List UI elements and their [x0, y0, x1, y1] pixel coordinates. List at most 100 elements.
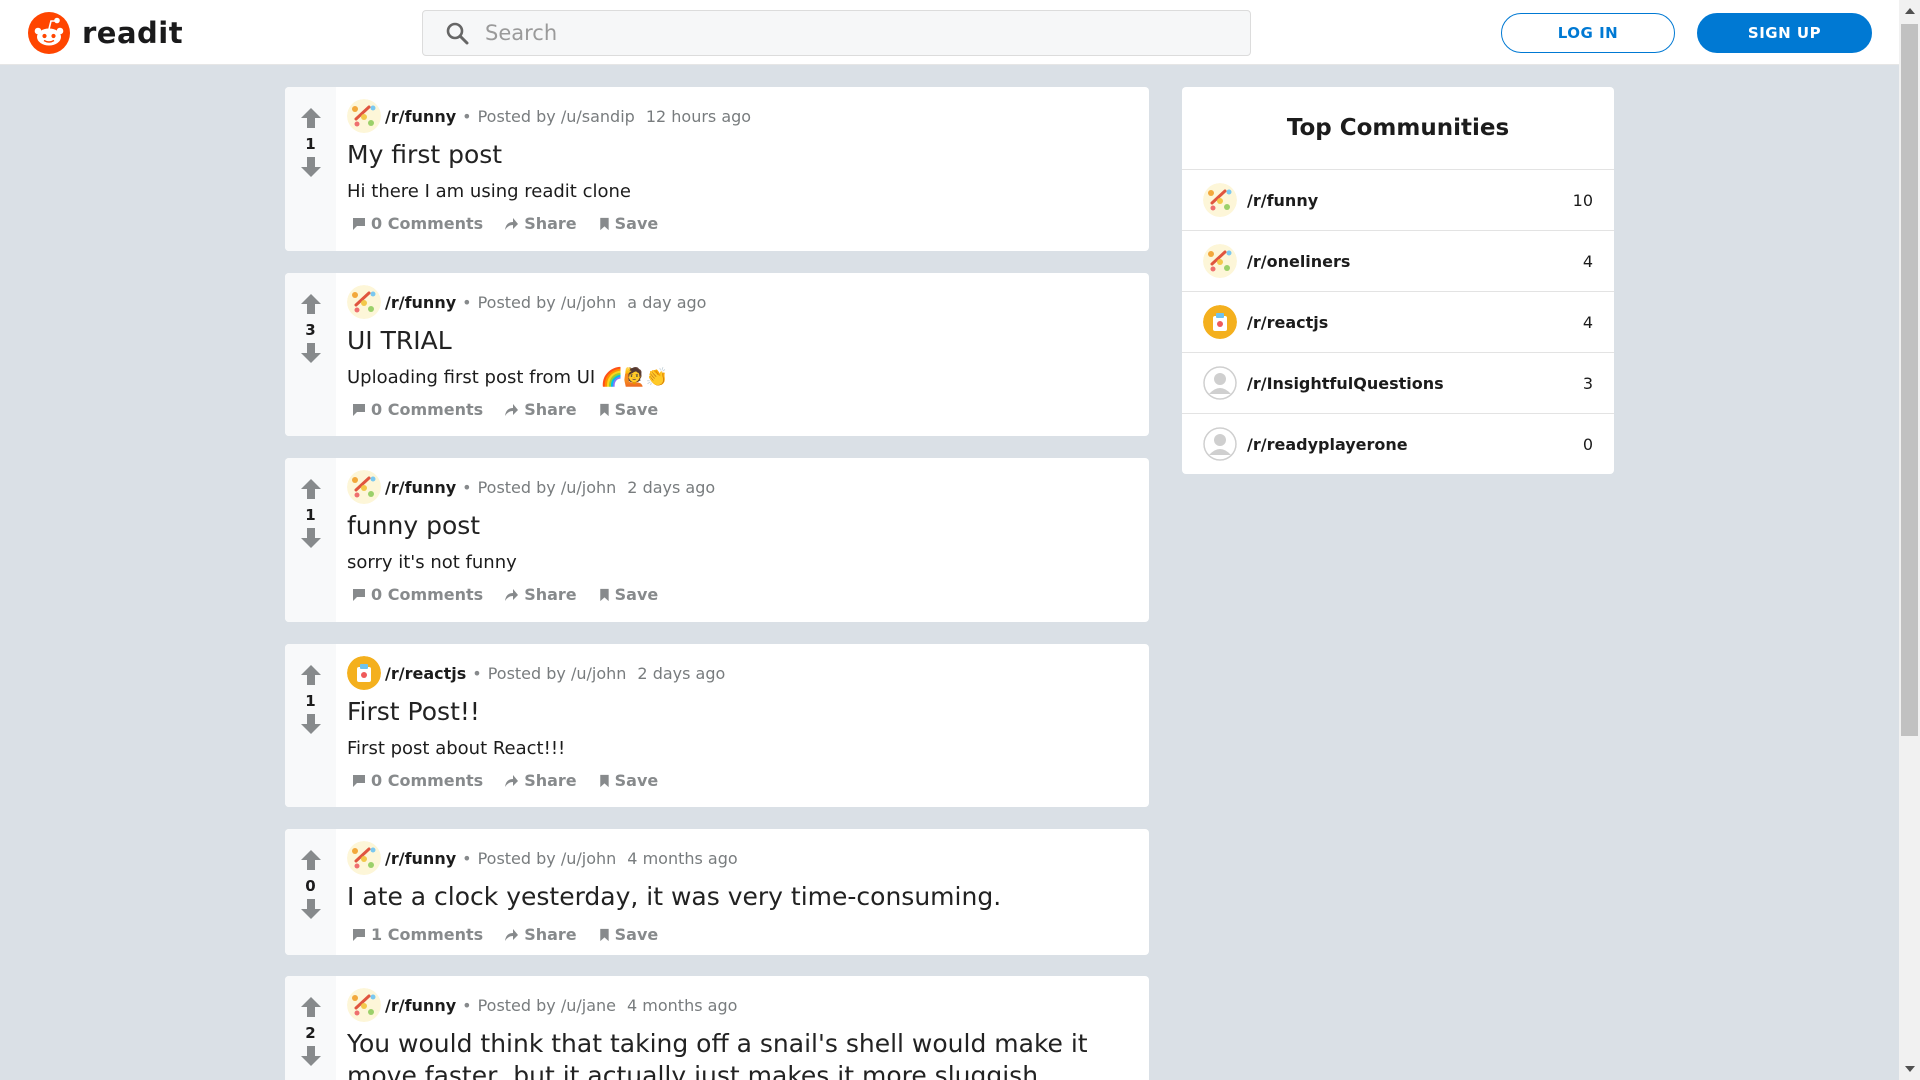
community-name[interactable]: /r/InsightfulQuestions	[1247, 374, 1583, 393]
comments-label: 0 Comments	[371, 400, 484, 419]
save-button[interactable]: Save	[598, 585, 658, 604]
upvote-arrow-icon[interactable]	[300, 293, 322, 315]
comments-label: 0 Comments	[371, 214, 484, 233]
post-title[interactable]: funny post	[347, 510, 1139, 542]
post-meta: /r/funny • Posted by /u/john a day ago	[347, 285, 1139, 319]
post-card[interactable]: 2 /r/funny • Posted by /u/jane 4 months …	[285, 976, 1149, 1080]
downvote-arrow-icon[interactable]	[300, 713, 322, 735]
subreddit-link[interactable]: /r/funny	[385, 996, 456, 1015]
top-navbar: readit LOG IN SIGN UP	[0, 0, 1899, 65]
signup-button[interactable]: SIGN UP	[1697, 13, 1872, 53]
share-label: Share	[524, 400, 577, 419]
posted-by[interactable]: Posted by /u/john	[478, 849, 617, 868]
downvote-arrow-icon[interactable]	[300, 156, 322, 178]
subreddit-link[interactable]: /r/reactjs	[385, 664, 466, 683]
post-meta: /r/funny • Posted by /u/jane 4 months ag…	[347, 988, 1139, 1022]
post-meta: /r/funny • Posted by /u/john 2 days ago	[347, 470, 1139, 504]
comment-icon	[353, 217, 365, 230]
downvote-arrow-icon[interactable]	[300, 527, 322, 549]
post-card[interactable]: 0 /r/funny • Posted by /u/john 4 months …	[285, 829, 1149, 955]
upvote-arrow-icon[interactable]	[300, 664, 322, 686]
vote-score: 1	[305, 135, 316, 153]
comments-button[interactable]: 0 Comments	[352, 585, 483, 604]
post-time: 12 hours ago	[645, 106, 752, 126]
comments-button[interactable]: 0 Comments	[352, 214, 483, 233]
community-item[interactable]: /r/reactjs 4	[1182, 292, 1614, 353]
scroll-down-arrow-icon[interactable]	[1905, 1066, 1915, 1072]
subreddit-link[interactable]: /r/funny	[385, 293, 456, 312]
subreddit-link[interactable]: /r/funny	[385, 849, 456, 868]
post-card[interactable]: 1 /r/reactjs • Posted by /u/john 2 days …	[285, 644, 1149, 807]
post-title[interactable]: You would think that taking off a snail'…	[347, 1028, 1139, 1080]
post-title[interactable]: My first post	[347, 139, 1139, 171]
save-button[interactable]: Save	[598, 925, 658, 944]
post-time: a day ago	[627, 292, 707, 312]
community-name[interactable]: /r/reactjs	[1247, 313, 1583, 332]
community-name[interactable]: /r/oneliners	[1247, 252, 1583, 271]
comments-label: 0 Comments	[371, 771, 484, 790]
community-count: 0	[1582, 434, 1593, 454]
posted-by[interactable]: Posted by /u/john	[478, 478, 617, 497]
post-time: 4 months ago	[627, 995, 738, 1015]
downvote-arrow-icon[interactable]	[300, 898, 322, 920]
scroll-up-arrow-icon[interactable]	[1905, 8, 1915, 14]
post-title[interactable]: UI TRIAL	[347, 325, 1139, 357]
community-item[interactable]: /r/funny 10	[1182, 170, 1614, 231]
community-name[interactable]: /r/readyplayerone	[1247, 435, 1583, 454]
upvote-arrow-icon[interactable]	[300, 107, 322, 129]
downvote-arrow-icon[interactable]	[300, 342, 322, 364]
post-card[interactable]: 3 /r/funny • Posted by /u/john a day ago…	[285, 273, 1149, 436]
scroll-thumb[interactable]	[1901, 24, 1918, 736]
post-meta: /r/reactjs • Posted by /u/john 2 days ag…	[347, 656, 1139, 690]
vote-column: 1	[285, 87, 336, 251]
post-title[interactable]: First Post!!	[347, 696, 1139, 728]
comments-button[interactable]: 0 Comments	[352, 771, 483, 790]
posted-by[interactable]: Posted by /u/jane	[478, 996, 616, 1015]
post-time: 4 months ago	[627, 848, 738, 868]
save-button[interactable]: Save	[598, 214, 658, 233]
post-title[interactable]: I ate a clock yesterday, it was very tim…	[347, 881, 1139, 913]
meta-separator: •	[462, 995, 472, 1015]
share-button[interactable]: Share	[504, 214, 577, 233]
community-name[interactable]: /r/funny	[1247, 191, 1573, 210]
save-button[interactable]: Save	[598, 771, 658, 790]
comments-button[interactable]: 1 Comments	[352, 925, 483, 944]
community-item[interactable]: /r/oneliners 4	[1182, 231, 1614, 292]
vote-score: 0	[305, 877, 316, 895]
share-label: Share	[524, 771, 577, 790]
subreddit-link[interactable]: /r/funny	[385, 478, 456, 497]
logo[interactable]: readit	[28, 12, 183, 54]
posted-by[interactable]: Posted by /u/john	[488, 664, 627, 683]
upvote-arrow-icon[interactable]	[300, 849, 322, 871]
search-bar[interactable]	[422, 10, 1251, 56]
share-icon	[505, 403, 519, 416]
funny-avatar-icon	[347, 988, 381, 1022]
posted-by[interactable]: Posted by /u/john	[478, 293, 617, 312]
funny-avatar-icon	[347, 470, 381, 504]
share-button[interactable]: Share	[504, 400, 577, 419]
share-button[interactable]: Share	[504, 925, 577, 944]
post-body: /r/funny • Posted by /u/sandip 12 hours …	[347, 99, 1139, 233]
community-count: 4	[1582, 312, 1593, 332]
subreddit-link[interactable]: /r/funny	[385, 107, 456, 126]
post-card[interactable]: 1 /r/funny • Posted by /u/sandip 12 hour…	[285, 87, 1149, 251]
vote-score: 1	[305, 692, 316, 710]
page-scrollbar[interactable]	[1899, 0, 1920, 1080]
login-button[interactable]: LOG IN	[1501, 13, 1675, 53]
post-card[interactable]: 1 /r/funny • Posted by /u/john 2 days ag…	[285, 458, 1149, 622]
share-button[interactable]: Share	[504, 585, 577, 604]
community-item[interactable]: /r/readyplayerone 0	[1182, 414, 1614, 474]
upvote-arrow-icon[interactable]	[300, 478, 322, 500]
comments-button[interactable]: 0 Comments	[352, 400, 483, 419]
downvote-arrow-icon[interactable]	[300, 1045, 322, 1067]
share-button[interactable]: Share	[504, 771, 577, 790]
posted-by[interactable]: Posted by /u/sandip	[478, 107, 635, 126]
community-count: 10	[1572, 190, 1593, 210]
save-button[interactable]: Save	[598, 400, 659, 419]
app-name: readit	[82, 16, 184, 50]
save-label: Save	[614, 400, 659, 419]
community-item[interactable]: /r/InsightfulQuestions 3	[1182, 353, 1614, 414]
search-input[interactable]	[485, 21, 1250, 45]
upvote-arrow-icon[interactable]	[300, 996, 322, 1018]
reactjs-avatar-icon	[347, 656, 381, 690]
